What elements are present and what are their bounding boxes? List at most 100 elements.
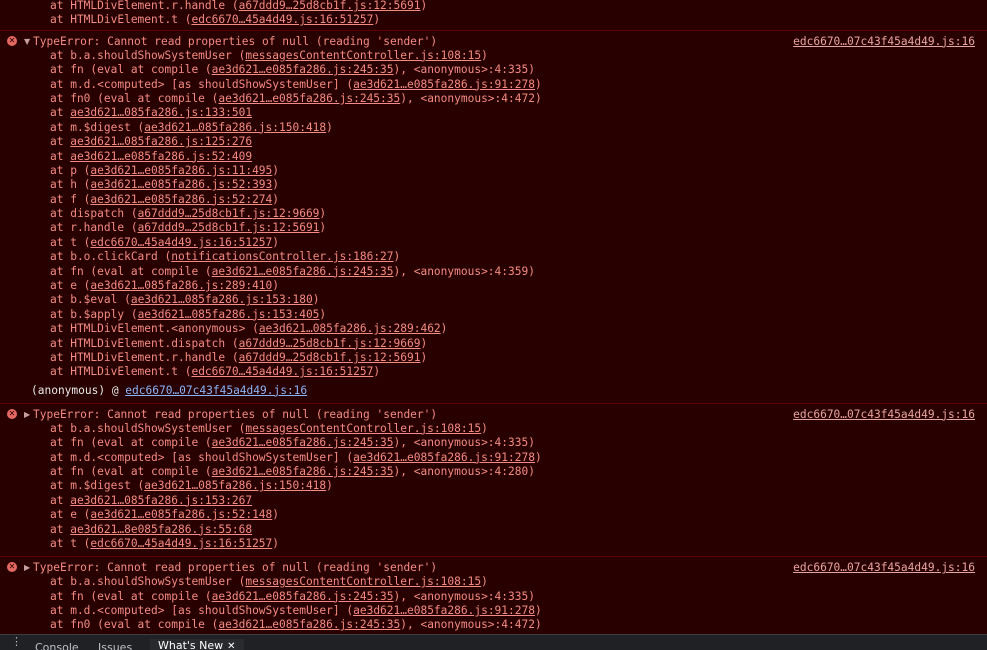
frame-source-link[interactable]: messagesContentController.js:108:15 xyxy=(245,575,481,588)
stack-frame: at p (ae3d621…e085fa286.js:11:495) xyxy=(0,164,987,178)
source-link[interactable]: edc6670…07c43f45a4d49.js:16 xyxy=(793,407,975,422)
error-message-text: TypeError: Cannot read properties of nul… xyxy=(33,407,438,421)
frame-prefix: at xyxy=(50,106,71,120)
tab-whats-new[interactable]: What's New ✕ xyxy=(150,639,244,650)
console-message: at HTMLDivElement.r.handle (a67ddd9…25d8… xyxy=(0,0,987,31)
stack-frame: at ae3d621…085fa286.js:153:267 xyxy=(0,494,987,508)
frame-suffix: ), <anonymous>:4:335) xyxy=(393,436,535,450)
frame-suffix: ) xyxy=(481,575,488,589)
frame-source-link[interactable]: ae3d621…085fa286.js:289:462 xyxy=(259,322,441,335)
frame-source-link[interactable]: messagesContentController.js:108:15 xyxy=(245,422,481,435)
stack-frame: at b.$apply (ae3d621…085fa286.js:153:405… xyxy=(0,308,987,322)
source-link[interactable]: edc6670…07c43f45a4d49.js:16 xyxy=(793,34,975,49)
frame-suffix: ) xyxy=(272,163,280,177)
drawer-tabbar: ⋮ Console Issues What's New ✕ xyxy=(0,634,987,650)
frame-prefix: at fn0 (eval at compile ( xyxy=(50,91,219,105)
frame-source-link[interactable]: ae3d621…e085fa286.js:91:278 xyxy=(353,451,535,464)
frame-source-link[interactable]: ae3d621…085fa286.js:150:418 xyxy=(144,121,326,134)
frame-source-link[interactable]: ae3d621…085fa286.js:289:410 xyxy=(90,279,272,292)
frame-suffix: ), <anonymous>:4:335) xyxy=(393,63,535,77)
frame-source-link[interactable]: ae3d621…e085fa286.js:245:35 xyxy=(218,618,400,631)
frame-prefix: at fn (eval at compile ( xyxy=(50,589,212,603)
expand-triangle-icon[interactable]: ▶ xyxy=(24,407,30,422)
frame-suffix: ), <anonymous>:4:472) xyxy=(400,618,542,632)
frame-source-link[interactable]: ae3d621…8e085fa286.js:55:68 xyxy=(70,523,252,536)
stack-frame: at HTMLDivElement.t (edc6670…45a4d49.js:… xyxy=(0,13,987,27)
frame-suffix: ) xyxy=(319,307,327,321)
frame-prefix: at m.$digest ( xyxy=(50,479,145,493)
frame-source-link[interactable]: ae3d621…e085fa286.js:245:35 xyxy=(212,590,394,603)
frame-source-link[interactable]: a67ddd9…25d8cb1f.js:12:5691 xyxy=(239,351,421,364)
frame-prefix: at b.o.clickCard ( xyxy=(50,250,172,264)
frame-source-link[interactable]: ae3d621…085fa286.js:153:180 xyxy=(131,293,313,306)
frame-source-link[interactable]: a67ddd9…25d8cb1f.js:12:9669 xyxy=(239,337,421,350)
frame-source-link[interactable]: ae3d621…e085fa286.js:52:148 xyxy=(90,508,272,521)
frame-source-link[interactable]: ae3d621…e085fa286.js:52:409 xyxy=(70,150,252,163)
frame-prefix: at b.$eval ( xyxy=(50,293,131,307)
frame-suffix: ) xyxy=(373,365,381,379)
frame-source-link[interactable]: notificationsController.js:186:27 xyxy=(171,250,393,263)
frame-source-link[interactable]: ae3d621…e085fa286.js:91:278 xyxy=(353,604,535,617)
stack-frame: at b.a.shouldShowSystemUser (messagesCon… xyxy=(0,422,987,436)
frame-prefix: at xyxy=(50,135,71,149)
stack-frame: at fn (eval at compile (ae3d621…e085fa28… xyxy=(0,465,987,479)
frame-prefix: at e ( xyxy=(50,508,91,522)
error-icon: ✕ xyxy=(7,408,17,419)
frame-prefix: at fn (eval at compile ( xyxy=(50,436,212,450)
frame-suffix: ) xyxy=(534,77,542,91)
frame-source-link[interactable]: a67ddd9…25d8cb1f.js:12:9669 xyxy=(138,207,320,220)
frame-prefix: at fn (eval at compile ( xyxy=(50,264,212,278)
stack-frame: at b.a.shouldShowSystemUser (messagesCon… xyxy=(0,575,987,589)
stack-frame: at ae3d621…8e085fa286.js:55:68 xyxy=(0,523,987,537)
frame-source-link[interactable]: ae3d621…e085fa286.js:245:35 xyxy=(212,465,394,478)
frame-source-link[interactable]: ae3d621…e085fa286.js:52:393 xyxy=(90,178,272,191)
frame-source-link[interactable]: ae3d621…085fa286.js:153:267 xyxy=(70,494,252,507)
frame-suffix: ) xyxy=(534,604,542,618)
frame-source-link[interactable]: ae3d621…e085fa286.js:11:495 xyxy=(90,164,272,177)
frame-source-link[interactable]: ae3d621…e085fa286.js:245:35 xyxy=(212,265,394,278)
frame-source-link[interactable]: a67ddd9…25d8cb1f.js:12:5691 xyxy=(239,0,421,12)
stack-frame: at ae3d621…085fa286.js:125:276 xyxy=(0,135,987,149)
error-message-row[interactable]: ✕ ▶ TypeError: Cannot read properties of n… xyxy=(0,560,987,575)
frame-source-link[interactable]: edc6670…45a4d49.js:16:51257 xyxy=(191,13,373,26)
frame-source-link[interactable]: ae3d621…e085fa286.js:245:35 xyxy=(212,436,394,449)
frame-source-link[interactable]: ae3d621…085fa286.js:133:501 xyxy=(70,106,252,119)
collapse-triangle-icon[interactable]: ▼ xyxy=(24,34,30,49)
stack-frame: at f (ae3d621…e085fa286.js:52:274) xyxy=(0,193,987,207)
stack-frame: at t (edc6670…45a4d49.js:16:51257) xyxy=(0,537,987,551)
frame-prefix: at HTMLDivElement.t ( xyxy=(50,13,192,27)
stack-frame: at m.d.<computed> [as shouldShowSystemUs… xyxy=(0,78,987,92)
stack-frame: at HTMLDivElement.<anonymous> (ae3d621…0… xyxy=(0,322,987,336)
frame-suffix: ) xyxy=(319,207,327,221)
frame-source-link[interactable]: ae3d621…085fa286.js:150:418 xyxy=(144,479,326,492)
frame-source-link[interactable]: ae3d621…e085fa286.js:245:35 xyxy=(218,92,400,105)
more-menu-icon[interactable]: ⋮ xyxy=(11,635,22,649)
frame-source-link[interactable]: ae3d621…e085fa286.js:245:35 xyxy=(212,63,394,76)
expand-triangle-icon[interactable]: ▶ xyxy=(24,560,30,575)
frame-source-link[interactable]: edc6670…45a4d49.js:16:51257 xyxy=(191,365,373,378)
stack-frame: at fn (eval at compile (ae3d621…e085fa28… xyxy=(0,590,987,604)
error-message-row[interactable]: ✕ ▶ TypeError: Cannot read properties of n… xyxy=(0,407,987,422)
error-message-row[interactable]: ✕ ▼ TypeError: Cannot read properties of n… xyxy=(0,34,987,49)
frame-source-link[interactable]: ae3d621…e085fa286.js:52:274 xyxy=(90,193,272,206)
frame-prefix: at e ( xyxy=(50,279,91,293)
frame-suffix: ), <anonymous>:4:472) xyxy=(400,91,542,105)
source-link[interactable]: edc6670…07c43f45a4d49.js:16 xyxy=(793,560,975,575)
frame-source-link[interactable]: ae3d621…e085fa286.js:91:278 xyxy=(353,78,535,91)
frame-prefix: at xyxy=(50,149,71,163)
frame-source-link[interactable]: edc6670…45a4d49.js:16:51257 xyxy=(90,537,272,550)
frame-source-link[interactable]: ae3d621…085fa286.js:153:405 xyxy=(138,308,320,321)
frame-source-link[interactable]: a67ddd9…25d8cb1f.js:12:5691 xyxy=(138,221,320,234)
frame-source-link[interactable]: edc6670…45a4d49.js:16:51257 xyxy=(90,236,272,249)
frame-source-link[interactable]: ae3d621…085fa286.js:125:276 xyxy=(70,135,252,148)
error-message-text: TypeError: Cannot read properties of nul… xyxy=(33,561,438,575)
frame-source-link[interactable]: messagesContentController.js:108:15 xyxy=(245,49,481,62)
frame-prefix: at m.d.<computed> [as shouldShowSystemUs… xyxy=(50,450,354,464)
frame-suffix: ) xyxy=(481,48,488,62)
frame-suffix: ) xyxy=(420,336,428,350)
frame-suffix: ) xyxy=(393,250,401,264)
stack-frame: at m.$digest (ae3d621…085fa286.js:150:41… xyxy=(0,121,987,135)
anonymous-source-link[interactable]: edc6670…07c43f45a4d49.js:16 xyxy=(125,384,307,397)
stack-frame: at fn (eval at compile (ae3d621…e085fa28… xyxy=(0,265,987,279)
